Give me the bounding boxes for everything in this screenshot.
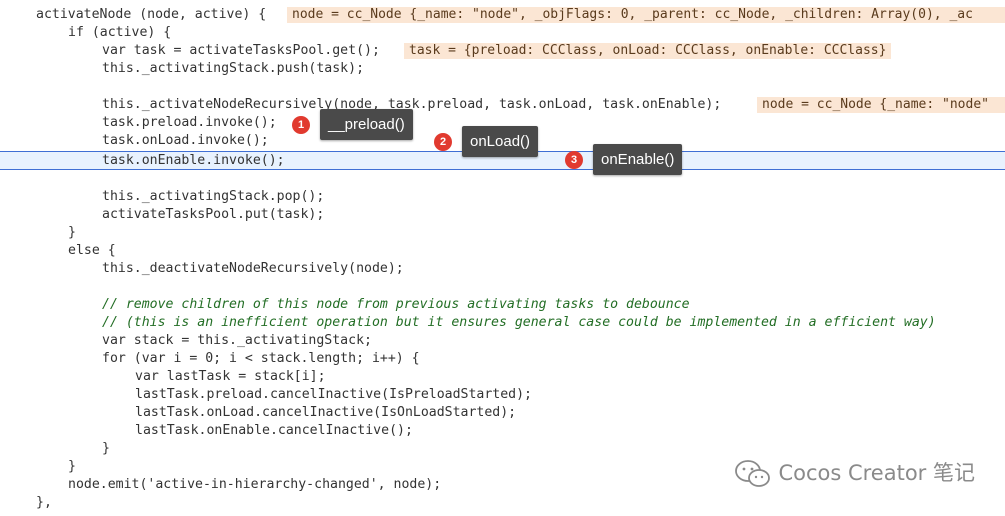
code-line-1[interactable]: activateNode (node, active) { node = cc_… [0,6,1005,24]
code-comment: // (this is an inefficient operation but… [102,315,936,330]
code-text: var task = activateTasksPool.get(); [102,43,380,58]
annotation-badge-3: 3 [565,151,583,169]
code-text: if (active) { [68,25,172,40]
code-line-19[interactable]: var stack = this._activatingStack; [0,332,1005,350]
code-text: this._activatingStack.pop(); [102,189,325,204]
code-line-2[interactable]: if (active) { [0,24,1005,42]
annotation-tooltip-onload: onLoad() [462,126,539,157]
code-line-18[interactable]: // (this is an inefficient operation but… [0,314,1005,332]
code-line-10[interactable] [0,169,1005,187]
code-text: task.onEnable.invoke(); [102,153,285,168]
watermark: Cocos Creator 笔记 [734,457,975,489]
annotation-tooltip-preload: __preload() [320,109,413,140]
code-text: }, [36,495,52,510]
code-line-28[interactable]: }, [0,494,1005,512]
inline-value-node: node = cc_Node {_name: "node", _objFlags… [287,7,1005,23]
code-line-23[interactable]: lastTask.onLoad.cancelInactive(IsOnLoadS… [0,404,1005,422]
code-text: this._activatingStack.push(task); [102,61,365,76]
code-text: lastTask.onEnable.cancelInactive(); [135,423,413,438]
code-text: var stack = this._activatingStack; [102,333,372,348]
code-line-13[interactable]: } [0,224,1005,242]
code-line-12[interactable]: activateTasksPool.put(task); [0,206,1005,224]
code-line-22[interactable]: lastTask.preload.cancelInactive(IsPreloa… [0,386,1005,404]
code-line-25[interactable]: } [0,440,1005,458]
code-text: node.emit('active-in-hierarchy-changed',… [68,477,442,492]
code-text: for (var i = 0; i < stack.length; i++) { [102,351,420,366]
wechat-icon [735,460,771,487]
code-text: this._deactivateNodeRecursively(node); [102,261,404,276]
code-line-17[interactable]: // remove children of this node from pre… [0,296,1005,314]
code-text: activateNode (node, active) { [36,7,267,22]
code-line-20[interactable]: for (var i = 0; i < stack.length; i++) { [0,350,1005,368]
code-text: lastTask.preload.cancelInactive(IsPreloa… [135,387,532,402]
code-line-21[interactable]: var lastTask = stack[i]; [0,368,1005,386]
code-line-4[interactable]: this._activatingStack.push(task); [0,60,1005,78]
code-text: var lastTask = stack[i]; [135,369,326,384]
annotation-badge-2: 2 [434,133,452,151]
annotation-badge-1: 1 [292,116,310,134]
code-text: } [68,459,76,474]
code-line-15[interactable]: this._deactivateNodeRecursively(node); [0,260,1005,278]
code-text: task.onLoad.invoke(); [102,133,269,148]
code-text: } [102,441,110,456]
code-line-16[interactable] [0,278,1005,296]
code-text: lastTask.onLoad.cancelInactive(IsOnLoadS… [135,405,517,420]
inline-value-task: task = {preload: CCClass, onLoad: CCClas… [404,43,892,59]
code-line-14[interactable]: else { [0,242,1005,260]
code-comment: // remove children of this node from pre… [102,297,690,312]
code-text: else { [68,243,116,258]
code-line-5[interactable] [0,78,1005,96]
inline-value-node-truncated: node = cc_Node {_name: "node" [757,97,1005,113]
code-text: } [68,225,76,240]
code-line-6[interactable]: this._activateNodeRecursively(node, task… [0,96,1005,114]
code-text: task.preload.invoke(); [102,115,277,130]
code-line-24[interactable]: lastTask.onEnable.cancelInactive(); [0,422,1005,440]
code-line-3[interactable]: var task = activateTasksPool.get(); task… [0,42,1005,60]
annotation-tooltip-onenable: onEnable() [593,144,683,175]
code-line-11[interactable]: this._activatingStack.pop(); [0,188,1005,206]
code-editor[interactable]: activateNode (node, active) { node = cc_… [0,0,1005,516]
watermark-text: Cocos Creator 笔记 [778,461,975,485]
code-text: activateTasksPool.put(task); [102,207,325,222]
